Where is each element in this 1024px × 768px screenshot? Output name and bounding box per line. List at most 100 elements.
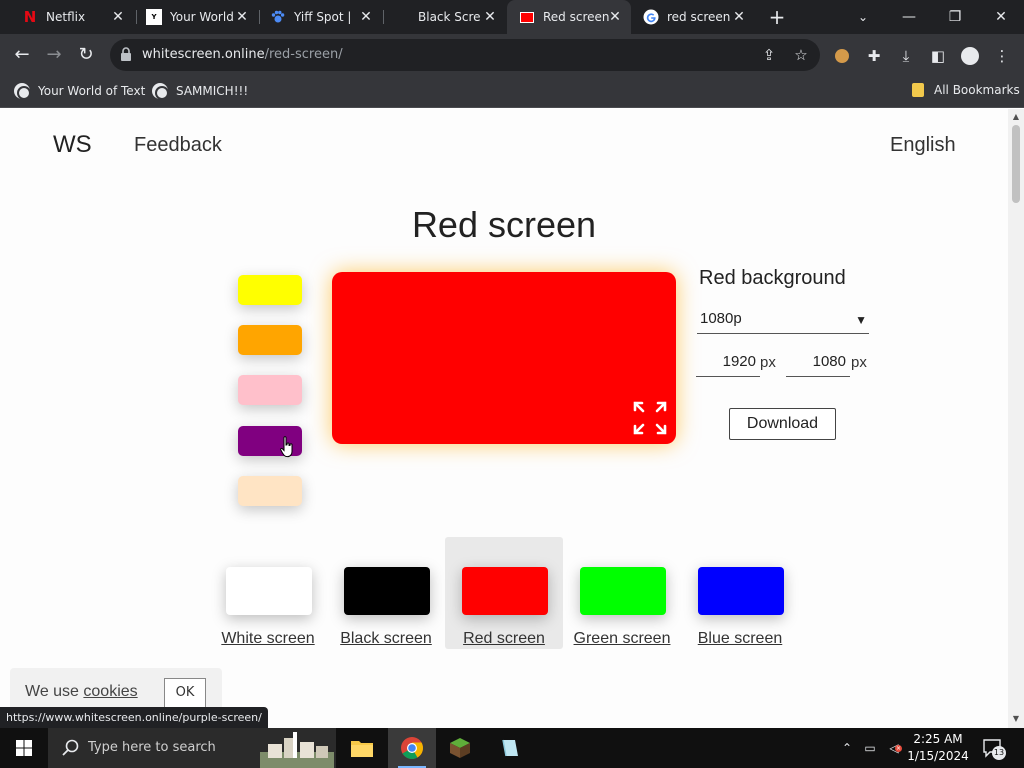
- screen-card-white[interactable]: White screen: [209, 537, 327, 649]
- close-icon[interactable]: ✕: [731, 9, 747, 25]
- cookies-link[interactable]: cookies: [83, 683, 137, 700]
- black-screen-link[interactable]: Black screen: [327, 630, 445, 648]
- windows-taskbar: Type here to search ⌃ ▭ ◁ × 2:25 AM 1/15/…: [0, 728, 1024, 768]
- width-unit-label: px: [760, 354, 776, 371]
- taskbar-app-glass[interactable]: [486, 728, 534, 768]
- close-icon[interactable]: ✕: [482, 9, 498, 25]
- language-selector[interactable]: English: [890, 134, 956, 157]
- swatch-orange[interactable]: [238, 325, 302, 355]
- network-icon[interactable]: ▭: [862, 740, 878, 756]
- green-screen-link[interactable]: Green screen: [563, 630, 681, 648]
- background-heading: Red background: [699, 267, 846, 289]
- close-icon[interactable]: ✕: [607, 9, 623, 25]
- search-icon: [62, 739, 79, 756]
- tab-your-world[interactable]: Y Your World ✕: [134, 0, 258, 34]
- new-tab-plus-icon[interactable]: +: [766, 6, 788, 28]
- blue-screen-thumbnail[interactable]: [698, 567, 784, 615]
- screen-card-green[interactable]: Green screen: [563, 537, 681, 649]
- red-screen-link[interactable]: Red screen: [445, 630, 563, 648]
- taskbar-clock[interactable]: 2:25 AM 1/15/2024: [902, 731, 974, 765]
- download-icon[interactable]: ⤓: [896, 46, 916, 66]
- scrollbar-thumb[interactable]: [1012, 125, 1020, 203]
- bookmark-star-icon[interactable]: ☆: [792, 46, 810, 64]
- yourworld-icon: Y: [146, 9, 162, 25]
- netflix-icon: N: [23, 8, 37, 26]
- height-input[interactable]: 1080: [786, 353, 850, 377]
- taskbar-chrome[interactable]: [388, 728, 436, 768]
- browser-tab-strip: N Netflix ✕ Y Your World ✕ Yiff Spot | ✕…: [0, 0, 1024, 34]
- swatch-pink[interactable]: [238, 375, 302, 405]
- profile-avatar-icon[interactable]: [960, 46, 980, 66]
- paw-icon: [270, 9, 286, 25]
- restore-icon[interactable]: ❐: [932, 0, 978, 34]
- minimize-icon[interactable]: —: [886, 0, 932, 34]
- address-bar[interactable]: whitescreen.online/red-screen/ ⇪ ☆: [110, 39, 820, 71]
- share-icon[interactable]: ⇪: [760, 46, 778, 64]
- side-panel-icon[interactable]: ◧: [928, 46, 948, 66]
- white-screen-link[interactable]: White screen: [209, 630, 327, 648]
- extensions-puzzle-icon[interactable]: ✚: [864, 46, 884, 66]
- page-title: Red screen: [411, 204, 597, 245]
- window-close-icon[interactable]: ✕: [978, 0, 1024, 34]
- site-logo[interactable]: WS: [53, 131, 92, 159]
- bookmarks-bar: Your World of Text SAMMICH!!! All Bookma…: [0, 76, 1024, 108]
- close-icon[interactable]: ✕: [234, 9, 250, 25]
- feedback-link[interactable]: Feedback: [134, 134, 222, 157]
- cookie-extension-icon[interactable]: [832, 46, 852, 66]
- tray-chevron-up-icon[interactable]: ⌃: [839, 740, 855, 756]
- red-screen-thumbnail[interactable]: [462, 567, 548, 615]
- web-page: WS Feedback English Red screen Red backg…: [0, 109, 1008, 728]
- red-square-icon: [519, 9, 535, 25]
- back-arrow-icon[interactable]: ←: [10, 43, 34, 67]
- notification-center-icon[interactable]: 13: [982, 738, 1006, 760]
- black-screen-thumbnail[interactable]: [344, 567, 430, 615]
- swatch-yellow[interactable]: [238, 275, 302, 305]
- blank-icon: [394, 9, 410, 25]
- screen-card-red[interactable]: Red screen: [445, 537, 563, 649]
- windows-start-icon[interactable]: [0, 728, 48, 768]
- all-bookmarks[interactable]: All Bookmarks: [912, 83, 1020, 97]
- tab-red-screen[interactable]: Red screen ✕: [507, 0, 631, 34]
- bookmark-your-world-of-text[interactable]: Your World of Text: [14, 83, 145, 100]
- volume-muted-icon[interactable]: ◁ ×: [886, 740, 902, 756]
- tab-google-red-screen[interactable]: red screen ✕: [631, 0, 755, 34]
- cookie-ok-button[interactable]: OK: [164, 678, 206, 708]
- screen-card-blue[interactable]: Blue screen: [681, 537, 799, 649]
- url-text: whitescreen.online/red-screen/: [142, 47, 343, 62]
- green-screen-thumbnail[interactable]: [580, 567, 666, 615]
- folder-icon: [912, 83, 924, 97]
- taskbar-file-explorer[interactable]: [338, 728, 386, 768]
- more-menu-icon[interactable]: ⋮: [992, 46, 1012, 66]
- swatch-bisque[interactable]: [238, 476, 302, 506]
- tab-yiff-spot[interactable]: Yiff Spot | ✕: [258, 0, 382, 34]
- taskbar-search-box[interactable]: Type here to search: [48, 728, 336, 768]
- tab-netflix[interactable]: N Netflix ✕: [10, 0, 134, 34]
- google-icon: [643, 9, 659, 25]
- tab-search-chevron-icon[interactable]: ⌄: [840, 0, 886, 34]
- download-button[interactable]: Download: [729, 408, 836, 440]
- reload-icon[interactable]: ↻: [74, 43, 98, 67]
- white-screen-thumbnail[interactable]: [226, 567, 312, 615]
- close-icon[interactable]: ✕: [358, 9, 374, 25]
- width-input[interactable]: 1920: [696, 353, 760, 377]
- forward-arrow-icon[interactable]: →: [42, 43, 66, 67]
- grass-block-icon: [450, 738, 470, 758]
- bookmark-sammich[interactable]: SAMMICH!!!: [152, 83, 248, 100]
- color-preview[interactable]: [332, 272, 676, 444]
- chrome-icon: [401, 737, 423, 759]
- page-scrollbar[interactable]: ▲ ▼: [1008, 109, 1024, 728]
- scroll-down-arrow-icon[interactable]: ▼: [1012, 715, 1020, 723]
- close-icon[interactable]: ✕: [110, 9, 126, 25]
- taskbar-minecraft[interactable]: [436, 728, 484, 768]
- blue-screen-link[interactable]: Blue screen: [681, 630, 799, 648]
- glass-app-icon: [502, 739, 518, 757]
- scroll-up-arrow-icon[interactable]: ▲: [1012, 113, 1020, 121]
- tab-black-screen[interactable]: Black Scre ✕: [382, 0, 506, 34]
- resolution-select[interactable]: 1080p ▼: [697, 310, 869, 334]
- screen-card-black[interactable]: Black screen: [327, 537, 445, 649]
- search-highlight-illustration-icon: [260, 732, 334, 768]
- chevron-down-icon: ▼: [855, 313, 867, 327]
- lock-icon: [121, 47, 131, 61]
- hand-cursor-icon: [280, 436, 293, 458]
- fullscreen-icon[interactable]: [633, 401, 667, 435]
